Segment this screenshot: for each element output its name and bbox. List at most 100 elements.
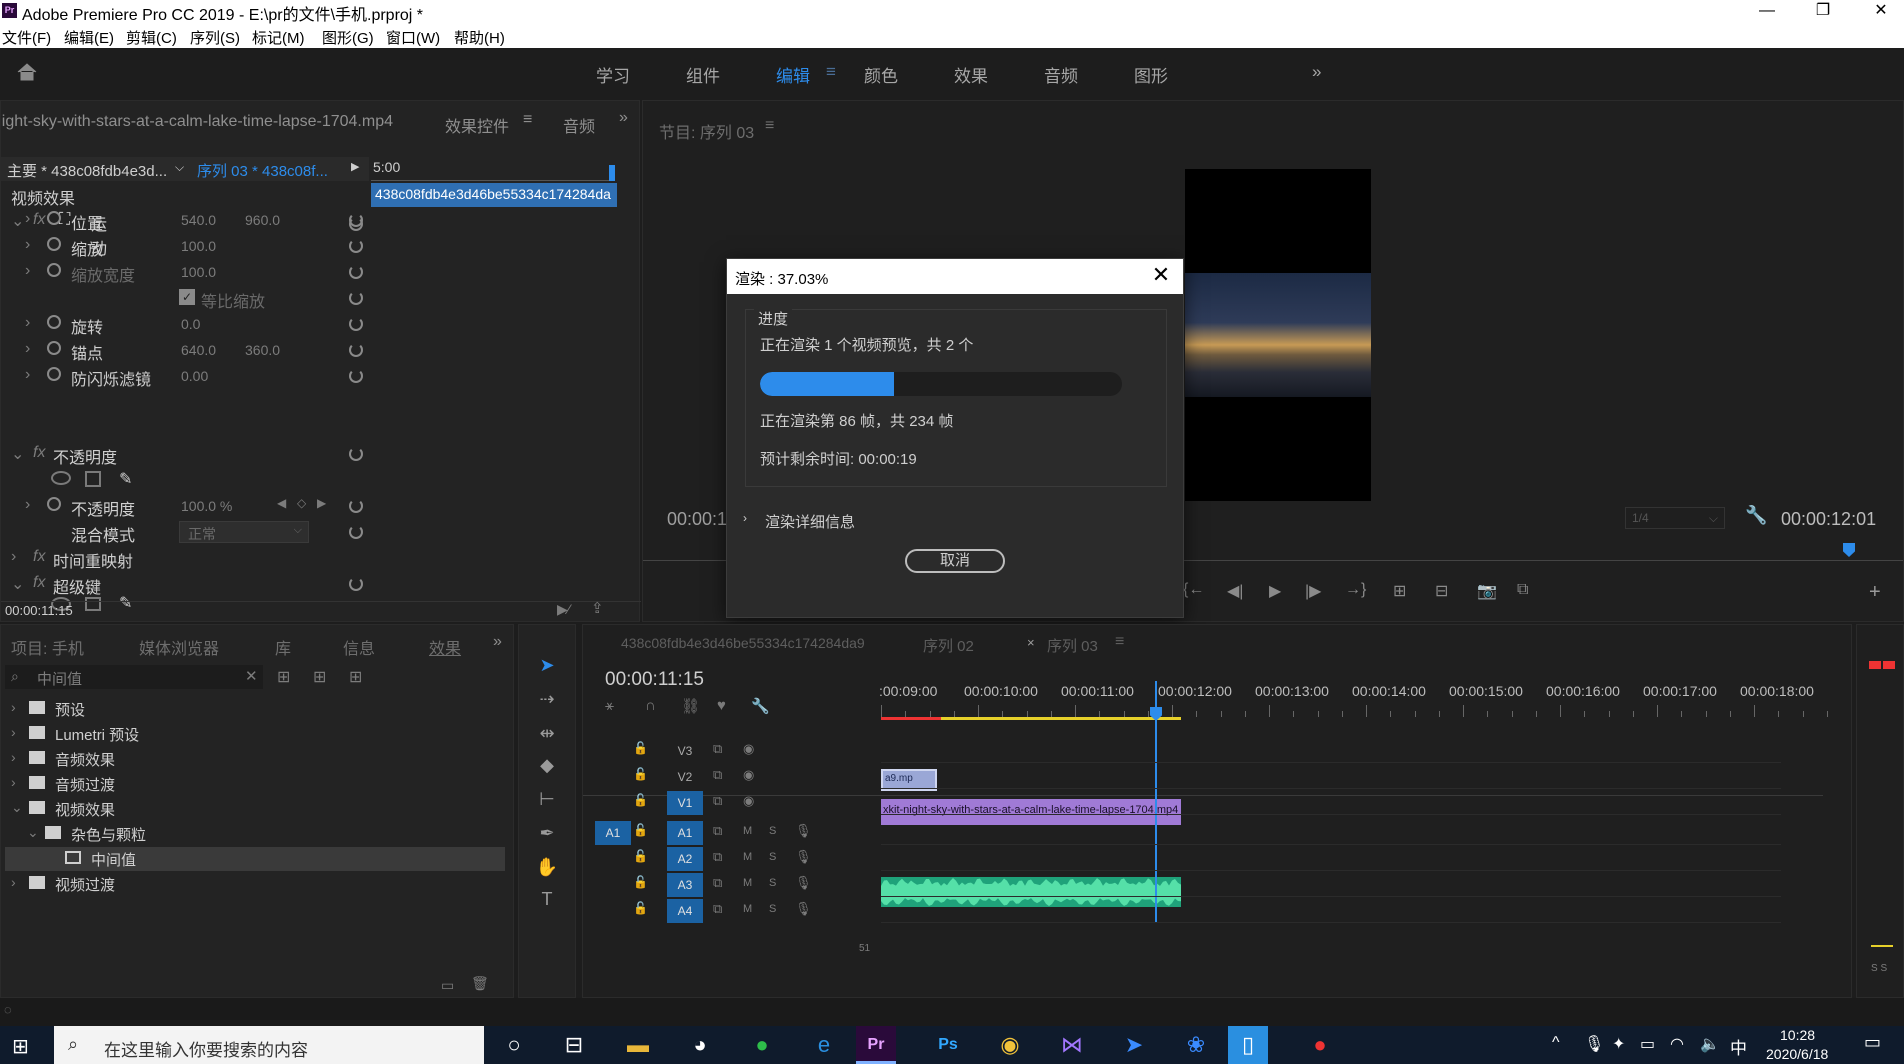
master-clip-label[interactable]: 主要 * 438c08fdb4e3d... xyxy=(7,160,167,181)
fx-icon[interactable]: fx xyxy=(33,574,45,592)
track-target-button[interactable]: A3 xyxy=(667,873,703,897)
reset-icon[interactable] xyxy=(349,265,363,279)
param-value-1[interactable]: 100.0 xyxy=(181,264,216,280)
reset-icon[interactable] xyxy=(349,343,363,357)
close-button[interactable]: ✕ xyxy=(1858,0,1904,24)
menu-sequence[interactable]: 序列(S) xyxy=(190,27,240,48)
add-marker-icon[interactable]: ♥ xyxy=(717,697,726,714)
tree-item[interactable]: › Lumetri 预设 xyxy=(5,722,505,746)
track-target-button[interactable]: A2 xyxy=(667,847,703,871)
accelerated-effects-icon[interactable]: ⊞ xyxy=(277,667,290,687)
source-tab[interactable]: uxkit-night-sky-with-stars-at-a-calm-lak… xyxy=(1,113,393,131)
eye-icon[interactable]: ◉ xyxy=(743,767,754,783)
tree-item[interactable]: › 视频过渡 xyxy=(5,872,505,896)
baidu-netdisk-icon[interactable]: ❀ xyxy=(1176,1026,1216,1064)
reset-icon[interactable] xyxy=(349,525,363,539)
chevron-right-icon[interactable]: › xyxy=(11,774,16,790)
menu-clip[interactable]: 剪辑(C) xyxy=(126,27,177,48)
effect-controls-tab[interactable]: 效果控件 xyxy=(445,113,509,137)
chevron-down-icon[interactable]: ⌄ xyxy=(27,824,39,841)
reset-icon[interactable] xyxy=(349,447,363,461)
lock-icon[interactable]: 🔓 xyxy=(633,767,648,781)
sync-lock-icon[interactable]: ⧉ xyxy=(713,823,722,839)
wrench-icon[interactable]: 🔧 xyxy=(1745,505,1767,526)
mute-button[interactable]: M xyxy=(743,903,752,915)
menu-graphics[interactable]: 图形(G) xyxy=(322,27,374,48)
mute-button[interactable]: M xyxy=(743,825,752,837)
track-target-button[interactable]: V3 xyxy=(667,739,703,763)
qq-icon[interactable]: ◕ xyxy=(680,1026,720,1064)
step-to-in-icon[interactable]: {← xyxy=(1183,581,1204,599)
blend-mode-select[interactable]: 正常 ⌵ xyxy=(179,521,309,543)
expand-chevron-icon[interactable]: › xyxy=(25,236,30,254)
taskbar-search-box[interactable]: ⌕ 在这里输入你要搜索的内容 xyxy=(54,1026,484,1064)
keyframe-next-icon[interactable]: ▶ xyxy=(317,496,326,510)
stopwatch-icon[interactable] xyxy=(47,211,61,225)
sequence-clip-label[interactable]: 序列 03 * 438c08f... xyxy=(197,160,328,181)
workspace-tab-effects[interactable]: 效果 xyxy=(954,62,988,87)
chevron-down-icon[interactable]: ⌵ xyxy=(175,160,184,175)
pen-mask-icon[interactable]: ✎ xyxy=(119,593,132,613)
cancel-button[interactable]: 取消 xyxy=(905,549,1005,573)
pen-mask-icon[interactable]: ✎ xyxy=(119,469,132,489)
track-select-tool-icon[interactable]: ⇢ xyxy=(535,689,559,713)
sync-lock-icon[interactable]: ⧉ xyxy=(713,741,722,757)
play-triangle-icon[interactable]: ▶ xyxy=(351,160,359,173)
track-target-button[interactable]: V2 xyxy=(667,765,703,789)
workspace-tab-learn[interactable]: 学习 xyxy=(596,62,630,87)
tray-app-icon[interactable]: ✦ xyxy=(1612,1034,1625,1054)
reset-icon[interactable] xyxy=(349,577,363,591)
media-browser-tab[interactable]: 媒体浏览器 xyxy=(139,635,219,659)
menu-help[interactable]: 帮助(H) xyxy=(454,27,505,48)
rectangle-mask-icon[interactable] xyxy=(85,597,101,611)
expand-chevron-icon[interactable]: ⌄ xyxy=(11,444,24,464)
stopwatch-icon[interactable] xyxy=(47,341,61,355)
reset-icon[interactable] xyxy=(349,239,363,253)
effects-search-input[interactable]: ⌕ 中间值 ✕ xyxy=(5,665,263,689)
track-target-button[interactable]: A1 xyxy=(667,821,703,845)
step-to-out-icon[interactable]: →} xyxy=(1345,581,1366,599)
solo-button[interactable]: S xyxy=(769,825,776,837)
workspace-tab-editing[interactable]: 编辑 xyxy=(776,62,810,87)
microphone-icon[interactable]: 🎙 xyxy=(1584,1034,1604,1054)
workspace-tab-color[interactable]: 颜色 xyxy=(864,62,898,87)
lock-icon[interactable]: 🔓 xyxy=(633,823,648,837)
ellipse-mask-icon[interactable] xyxy=(51,471,71,485)
reset-icon[interactable] xyxy=(349,317,363,331)
ruler-playhead[interactable] xyxy=(609,165,615,181)
linked-selection-icon[interactable]: ⛓ xyxy=(681,697,700,715)
task-view-icon[interactable]: ⊟ xyxy=(554,1026,594,1064)
program-title[interactable]: 节目: 序列 03 xyxy=(659,119,754,143)
tree-item-selected[interactable]: 中间值 xyxy=(5,847,505,871)
lock-icon[interactable]: 🔓 xyxy=(633,741,648,755)
yuv-effects-icon[interactable]: ⊞ xyxy=(349,667,362,687)
timeline-tab-seq02[interactable]: 序列 02 xyxy=(923,635,974,656)
ime-indicator[interactable]: 中 xyxy=(1730,1034,1747,1059)
menu-window[interactable]: 窗口(W) xyxy=(386,27,440,48)
nest-icon[interactable]: ⚹ xyxy=(605,697,614,714)
microphone-icon[interactable]: 🎙 xyxy=(795,849,812,865)
rectangle-mask-icon[interactable] xyxy=(85,471,101,487)
eye-icon[interactable]: ◉ xyxy=(743,793,754,809)
stopwatch-icon[interactable] xyxy=(47,315,61,329)
sync-lock-icon[interactable]: ⧉ xyxy=(713,767,722,783)
lock-icon[interactable]: 🔓 xyxy=(633,849,648,863)
mute-button[interactable]: M xyxy=(743,851,752,863)
solo-button[interactable]: S xyxy=(769,851,776,863)
playhead-timecode[interactable]: 00:00:1 xyxy=(667,509,727,530)
param-value-2[interactable]: 960.0 xyxy=(245,212,280,228)
microphone-icon[interactable]: 🎙 xyxy=(795,823,812,839)
chevron-right-icon[interactable]: › xyxy=(11,724,16,740)
menu-file[interactable]: 文件(F) xyxy=(2,27,51,48)
workspace-tab-audio[interactable]: 音频 xyxy=(1044,62,1078,87)
selection-tool-icon[interactable]: ➤ xyxy=(535,655,559,679)
workspace-overflow-icon[interactable]: » xyxy=(1312,62,1321,82)
export-icon[interactable]: ⇪ xyxy=(591,599,604,617)
add-button-icon[interactable]: + xyxy=(1869,581,1881,604)
sync-lock-icon[interactable]: ⧉ xyxy=(713,901,722,917)
expand-chevron-icon[interactable]: ⌄ xyxy=(11,574,24,594)
reset-icon[interactable] xyxy=(349,369,363,383)
expand-chevron-icon[interactable]: › xyxy=(25,262,30,280)
info-tab[interactable]: 信息 xyxy=(343,635,375,659)
reset-icon[interactable] xyxy=(349,291,363,305)
